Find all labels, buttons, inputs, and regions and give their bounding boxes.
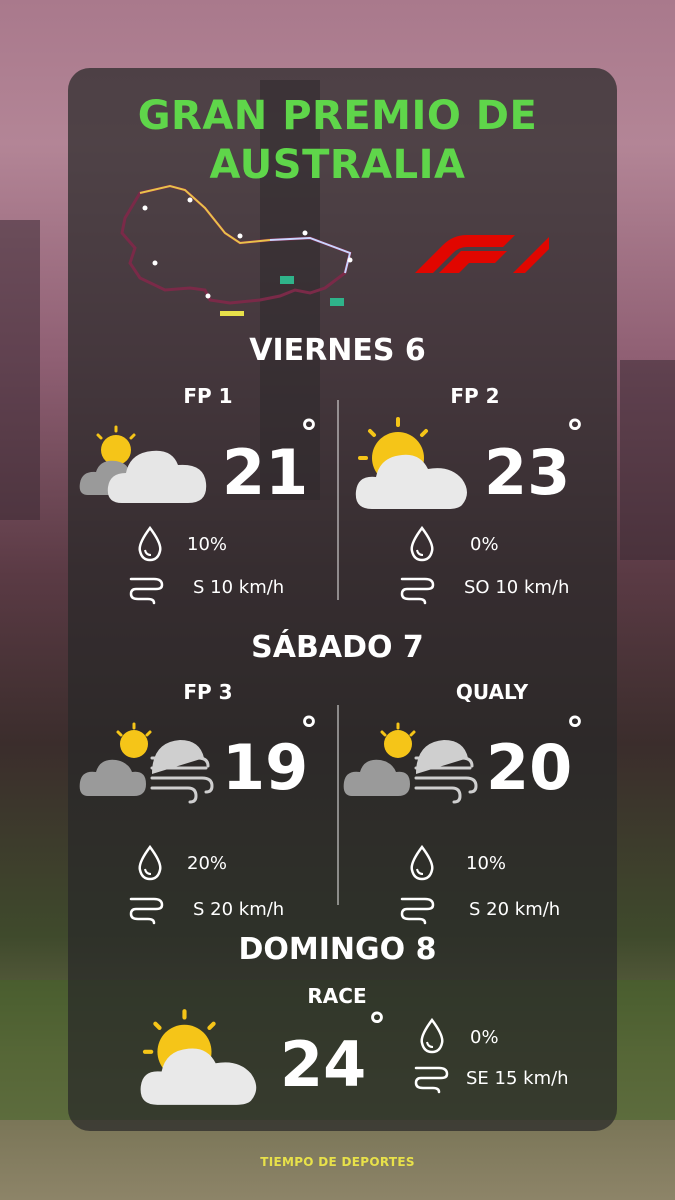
temp-qualy: 20 — [486, 731, 573, 804]
raindrop-icon — [410, 526, 434, 562]
wind-fp1: S 10 km/h — [193, 577, 285, 598]
wind-icon — [400, 897, 435, 925]
f1-logo — [415, 235, 549, 273]
sun-behind-cloud-icon — [355, 417, 467, 509]
temp-fp1: 21 — [222, 436, 309, 509]
degree-symbol: ° — [566, 710, 584, 751]
wind-fp3: S 20 km/h — [193, 899, 285, 920]
degree-symbol: ° — [300, 710, 318, 751]
raindrop-icon — [420, 1018, 444, 1054]
page-title: GRAN PREMIO DE AUSTRALIA — [0, 92, 675, 190]
wind-icon — [129, 577, 164, 605]
wind-race: SE 15 km/h — [466, 1068, 569, 1089]
circuit-map — [120, 184, 353, 316]
session-fp3-label: FP 3 — [183, 680, 233, 704]
raindrop-icon — [138, 526, 162, 562]
rain-race: 0% — [470, 1027, 499, 1048]
rain-qualy: 10% — [466, 853, 507, 874]
session-race-label: RACE — [307, 984, 367, 1008]
temp-race: 24 — [280, 1028, 367, 1101]
rain-fp3: 20% — [187, 853, 228, 874]
wind-fp2: SO 10 km/h — [464, 577, 570, 598]
wind-icon — [414, 1066, 449, 1094]
rain-fp1: 10% — [187, 534, 228, 555]
session-fp1-label: FP 1 — [183, 384, 233, 408]
wind-icon — [129, 897, 164, 925]
raindrop-icon — [410, 845, 434, 881]
cloudy-windy-icon — [79, 722, 214, 804]
wind-qualy: S 20 km/h — [469, 899, 561, 920]
divider — [337, 400, 339, 600]
temp-fp3: 19 — [222, 731, 309, 804]
degree-symbol: ° — [566, 413, 584, 454]
day-friday: VIERNES 6 — [249, 333, 426, 368]
cloudy-windy-icon — [343, 722, 478, 804]
day-saturday: SÁBADO 7 — [251, 630, 424, 665]
divider — [337, 705, 339, 905]
session-fp2-label: FP 2 — [450, 384, 500, 408]
temp-fp2: 23 — [484, 436, 571, 509]
sun-behind-cloud-icon — [140, 1009, 257, 1105]
raindrop-icon — [138, 845, 162, 881]
day-sunday: DOMINGO 8 — [238, 932, 437, 967]
wind-icon — [400, 577, 435, 605]
rain-fp2: 0% — [470, 534, 499, 555]
session-qualy-label: QUALY — [455, 680, 529, 704]
degree-symbol: ° — [368, 1006, 386, 1047]
degree-symbol: ° — [300, 413, 318, 454]
title-line-1: GRAN PREMIO DE — [137, 93, 538, 139]
footer-brand: TIEMPO DE DEPORTES — [260, 1155, 415, 1169]
partly-cloudy-icon — [79, 425, 207, 503]
